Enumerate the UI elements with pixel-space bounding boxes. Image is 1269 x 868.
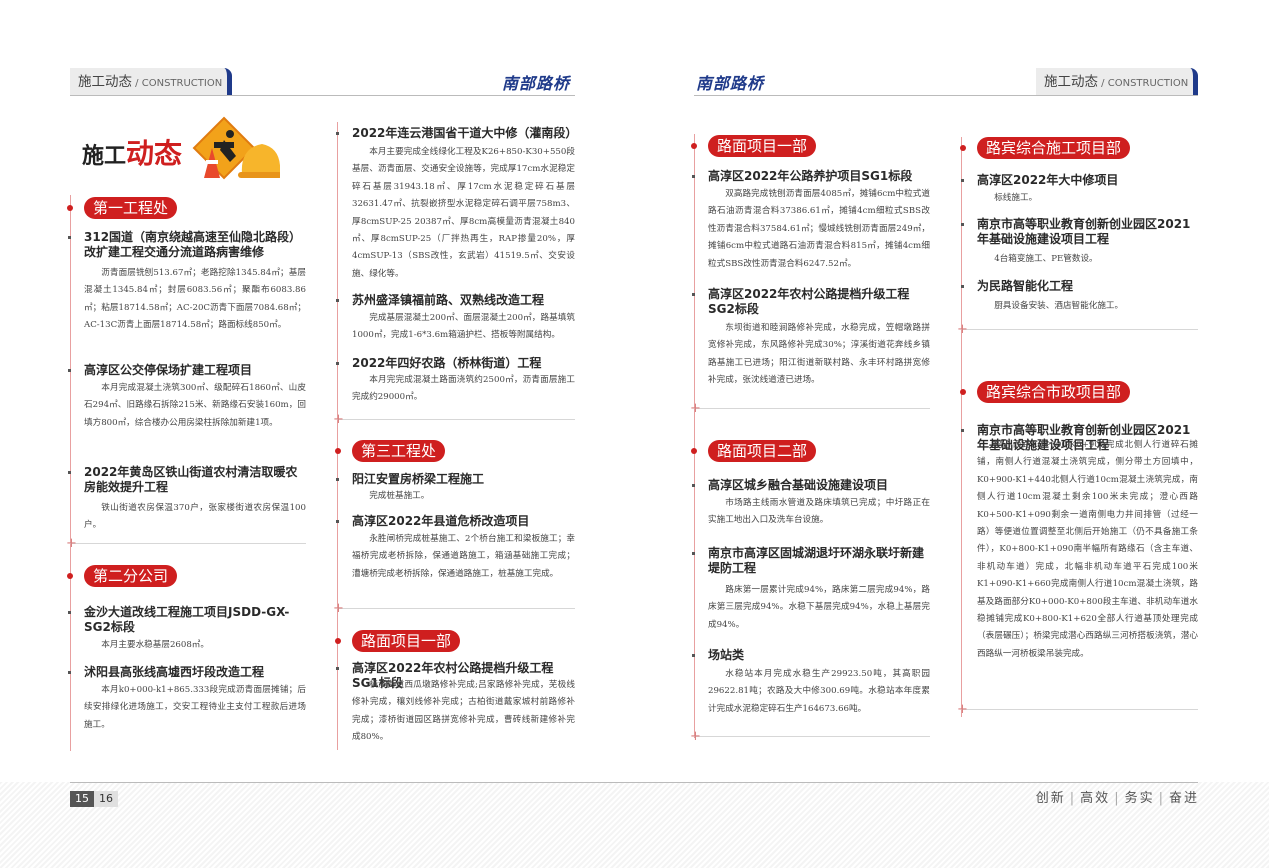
item-title: 苏州盛泽镇福前路、双熟线改造工程 xyxy=(336,293,575,308)
plus-mark: + xyxy=(957,322,968,337)
plus-mark: + xyxy=(333,412,344,427)
header-rule-left xyxy=(70,95,575,96)
header-tab-sep: / xyxy=(1098,78,1108,89)
footer-rule xyxy=(70,782,1198,783)
item-title: 高淳区公交停保场扩建工程项目 xyxy=(68,363,306,378)
section-label: 路宾综合施工项目部 xyxy=(959,137,1131,159)
section-label: 第二分公司 xyxy=(66,565,178,587)
header-tab-en: CONSTRUCTION xyxy=(1107,78,1189,89)
column-1: 第一工程处 312国道（南京绕越高速至仙隐北路段）改扩建工程交通分流道路病害维修… xyxy=(66,195,306,751)
item-title: 沭阳县高张线高墟西圩段改造工程 xyxy=(68,665,306,680)
brand-logo-right: 南部路桥 xyxy=(696,74,765,93)
plus-mark: + xyxy=(690,729,701,744)
item-title: 高淳区2022年农村公路提档升级工程SG2标段 xyxy=(692,287,930,317)
section-label: 路面项目一部 xyxy=(334,630,461,652)
item-body: 沥青面层铣刨513.67㎡；老路挖除1345.84㎡；基层混凝土1345.84㎡… xyxy=(84,268,306,331)
section-label: 第三工程处 xyxy=(334,440,446,462)
item-body: 永胜闸桥完成桩基施工、2个桥台施工和梁板施工；幸福桥完成老桥拆除，保通道路施工，… xyxy=(352,534,575,579)
item-title: 2022年连云港国省干道大中修（灌南段） xyxy=(336,126,578,140)
item-body: 本月完完成混凝土路面浇筑约2500㎡，沥青面层施工完成约29000㎡。 xyxy=(352,375,575,403)
item-body: 本月主要水稳基层2608㎡。 xyxy=(101,640,209,650)
page-number-right: 16 xyxy=(94,791,118,807)
header-tab-right: 施工动态 / CONSTRUCTION xyxy=(1036,68,1198,96)
page-numbers: 15 16 xyxy=(70,791,118,807)
item-body: 水稳站本月完成水稳生产29923.50吨，其高职园29622.81吨；农路及大中… xyxy=(708,669,930,714)
column-2: 2022年连云港国省干道大中修（灌南段） 本月主要完成全线绿化工程及K26+85… xyxy=(333,122,578,750)
item-title: 高淳区城乡融合基础设施建设项目 xyxy=(692,478,930,493)
column-4: 路宾综合施工项目部 高淳区2022年大中修项目 标线施工。 南京市高等职业教育创… xyxy=(957,137,1198,717)
item-title: 金沙大道改线工程施工项目JSDD-GX-SG2标段 xyxy=(68,605,306,635)
item-body: 路床第一层累计完成94%，路床第二层完成94%，路床第三层完成94%。水稳下基层… xyxy=(708,585,930,630)
page-number-left: 15 xyxy=(70,791,94,807)
item-body: 东坝街道和睦涧路修补完成，水稳完成，笠帽墩路拼宽修补完成，东风路修补完成30%；… xyxy=(708,323,930,386)
item-body: 双高路完成铣刨沥青面层4085㎡，摊铺6cm中粒式道路石油沥青混合料37386.… xyxy=(708,189,930,269)
item-body: 厨具设备安装、酒店智能化施工。 xyxy=(994,301,1124,311)
item-title: 2022年四好农路（桥林街道）工程 xyxy=(336,356,575,371)
item-body: 4台箱变施工、PE管数设。 xyxy=(994,254,1098,264)
header-tab-sep: / xyxy=(132,78,142,89)
section-separator xyxy=(337,608,575,609)
brand-logo-left: 南部路桥 xyxy=(502,74,571,93)
item-title: 高淳区2022年公路养护项目SG1标段 xyxy=(692,169,930,184)
section-separator xyxy=(961,709,1198,710)
column-3: 路面项目一部 高淳区2022年公路养护项目SG1标段 双高路完成铣刨沥青面层40… xyxy=(690,134,930,743)
item-body: 完成基层混凝土200㎡、面层混凝土200㎡，路基填筑1000㎡，完成1-6*3.… xyxy=(352,313,575,341)
plus-mark: + xyxy=(66,536,77,551)
item-title: 2022年黄岛区铁山街道农村清洁取暖农房能效提升工程 xyxy=(68,465,306,495)
section-label: 第一工程处 xyxy=(66,197,178,219)
column-divider xyxy=(694,134,695,738)
column-divider xyxy=(337,122,338,750)
item-body: 本月主要完成全线绿化工程及K26+850-K30+550段基层、沥青面层、交通安… xyxy=(352,147,575,279)
item-title: 高淳区2022年大中修项目 xyxy=(961,173,1198,188)
section-separator xyxy=(694,408,930,409)
plus-mark: + xyxy=(957,702,968,717)
footer-slogan: 创新 | 高效 | 务实 | 奋进 xyxy=(1035,791,1199,806)
header-tab-cn: 施工动态 xyxy=(78,74,132,90)
item-title: 场站类 xyxy=(692,648,930,663)
construction-worker-cone-helmet-icon xyxy=(192,116,280,180)
section-separator xyxy=(961,329,1198,330)
banner-title: 施工动态 xyxy=(82,137,183,170)
item-title: 阳江安置房桥梁工程施工 xyxy=(336,472,575,487)
header-tab-en: CONSTRUCTION xyxy=(141,78,223,89)
item-body: 本月完成混凝土浇筑300㎡、级配碎石1860㎡、山皮石294㎡、旧路缘石拆除21… xyxy=(84,383,306,428)
plus-mark: + xyxy=(333,601,344,616)
item-body: 横溪街道西瓜墩路修补完成;吕家路修补完成，芜极线修补完成，穰刘线修补完成；古柏街… xyxy=(352,680,575,743)
item-body: 本月k0+000-k1+865.333段完成沥青面层摊铺；后续安排绿化进场施工，… xyxy=(84,685,306,730)
section-separator xyxy=(337,419,575,420)
item-title: 高淳区2022年县道危桥改造项目 xyxy=(336,514,575,529)
item-title: 南京市高等职业教育创新创业园区2021年基础设施建设项目工程 xyxy=(961,217,1198,247)
item-body: 市场路主线雨水管道及路床填筑已完成；中圩路正在实施工地出入口及洗车台设施。 xyxy=(708,498,930,526)
plus-mark: + xyxy=(690,401,701,416)
header-rule-right xyxy=(694,95,1198,96)
item-body: 标线施工。 xyxy=(994,193,1038,203)
header-tab-cn: 施工动态 xyxy=(1044,74,1098,90)
item-title: 南京市高淳区固城湖退圩环湖永联圩新建堤防工程 xyxy=(692,546,930,576)
section-label: 路面项目二部 xyxy=(690,440,817,462)
item-title: 312国道（南京绕越高速至仙隐北路段）改扩建工程交通分流道路病害维修 xyxy=(68,230,306,260)
item-body: 潜心西路K0+000-K0+900完成北侧人行道碎石摊铺，南侧人行道混凝土浇筑完… xyxy=(977,440,1198,659)
item-title: 为民路智能化工程 xyxy=(961,279,1198,294)
section-separator xyxy=(694,736,930,737)
section-label: 路宾综合市政项目部 xyxy=(959,381,1131,403)
item-body: 完成桩基施工。 xyxy=(369,491,430,501)
section-label: 路面项目一部 xyxy=(690,135,817,157)
header-tab-left: 施工动态 / CONSTRUCTION xyxy=(70,68,232,96)
section-banner: 施工动态 xyxy=(82,112,282,180)
section-separator xyxy=(70,543,306,544)
item-body: 铁山街道农房保温370户，张家楼街道农房保温100户。 xyxy=(84,503,306,531)
